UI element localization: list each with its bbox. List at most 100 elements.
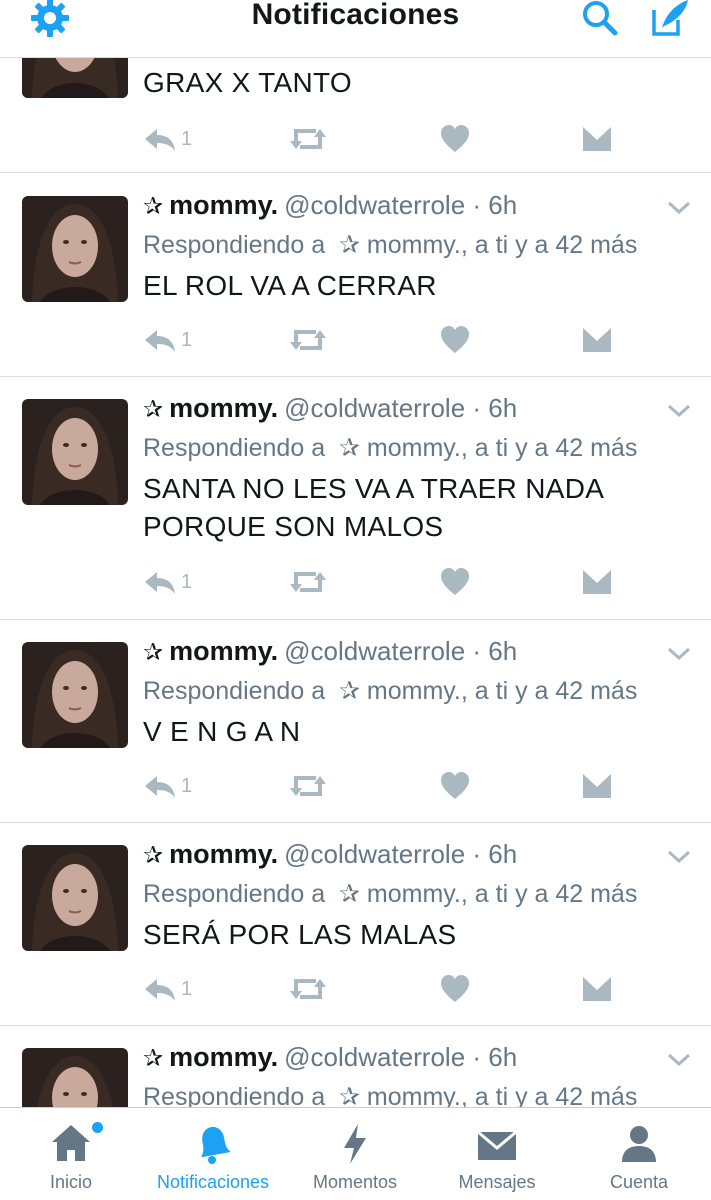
replying-to[interactable]: Respondiendo a ✰ mommy., a ti y a 42 más bbox=[143, 230, 637, 260]
bell-icon bbox=[201, 1126, 231, 1164]
like-button[interactable] bbox=[440, 768, 470, 804]
compose-icon[interactable] bbox=[648, 0, 692, 40]
avatar[interactable] bbox=[22, 58, 128, 98]
heart-icon bbox=[441, 568, 469, 595]
reply-icon bbox=[145, 979, 175, 1001]
direct-message-button[interactable] bbox=[582, 322, 612, 358]
reply-button[interactable]: 1 bbox=[143, 768, 192, 804]
tab-cuenta[interactable]: Cuenta bbox=[568, 1108, 710, 1200]
reply-button[interactable]: 1 bbox=[143, 322, 192, 358]
reply-button[interactable]: 1 bbox=[143, 564, 192, 600]
chevron-down-icon[interactable] bbox=[666, 198, 692, 216]
star-icon: ✰ bbox=[143, 396, 164, 423]
replying-to[interactable]: Respondiendo a ✰ mommy., a ti y a 42 más bbox=[143, 1082, 637, 1108]
chevron-down-icon[interactable] bbox=[666, 847, 692, 865]
envelope-icon bbox=[583, 328, 611, 352]
search-icon[interactable] bbox=[578, 0, 622, 40]
notification-dot bbox=[92, 1122, 103, 1133]
tab-momentos[interactable]: Momentos bbox=[284, 1108, 426, 1200]
lightning-icon bbox=[344, 1124, 366, 1164]
user-name[interactable]: mommy. bbox=[169, 393, 278, 423]
reply-icon bbox=[145, 572, 175, 594]
replying-to[interactable]: Respondiendo a ✰ mommy., a ti y a 42 más bbox=[143, 433, 637, 463]
retweet-button[interactable] bbox=[288, 768, 328, 804]
tab-label: Momentos bbox=[312, 1172, 398, 1192]
user-name[interactable]: mommy. bbox=[169, 636, 278, 666]
retweet-icon bbox=[290, 129, 326, 149]
star-icon: ✰ bbox=[143, 193, 164, 220]
replying-to[interactable]: Respondiendo a ✰ mommy., a ti y a 42 más bbox=[143, 879, 637, 909]
like-button[interactable] bbox=[440, 322, 470, 358]
user-handle-time: @coldwaterrole · 6h bbox=[284, 190, 518, 220]
reply-count: 1 bbox=[181, 774, 193, 797]
tab-label: Mensajes bbox=[458, 1172, 536, 1192]
reply-button[interactable]: 1 bbox=[143, 971, 192, 1007]
envelope-icon bbox=[583, 977, 611, 1001]
tweet-actions: 1 bbox=[0, 564, 711, 600]
user-handle-time: @coldwaterrole · 6h bbox=[284, 1042, 518, 1072]
direct-message-button[interactable] bbox=[582, 768, 612, 804]
tweet-item[interactable]: ✰ mommy. @coldwaterrole · 6h Respondiendo … bbox=[0, 823, 711, 1026]
tweet-item[interactable]: ✰ mommy. @coldwaterrole · 6h Respondiendo … bbox=[0, 1026, 711, 1108]
like-button[interactable] bbox=[440, 121, 470, 157]
star-icon: ✰ bbox=[143, 639, 164, 666]
user-handle-time: @coldwaterrole · 6h bbox=[284, 839, 518, 869]
user-name[interactable]: mommy. bbox=[169, 1042, 278, 1072]
tweet-actions: 1 bbox=[0, 768, 711, 804]
reply-count: 1 bbox=[181, 977, 193, 1000]
tweet-header: ✰ mommy. @coldwaterrole · 6h bbox=[143, 393, 517, 424]
user-handle-time: @coldwaterrole · 6h bbox=[284, 636, 518, 666]
star-icon: ✰ bbox=[143, 1045, 164, 1072]
retweet-button[interactable] bbox=[288, 121, 328, 157]
chevron-down-icon[interactable] bbox=[666, 401, 692, 419]
heart-icon bbox=[441, 125, 469, 152]
retweet-button[interactable] bbox=[288, 564, 328, 600]
user-name[interactable]: mommy. bbox=[169, 839, 278, 869]
tab-notificaciones[interactable]: Notificaciones bbox=[142, 1108, 284, 1200]
envelope-icon bbox=[477, 1130, 517, 1160]
tweet-text: SERÁ POR LAS MALAS bbox=[143, 919, 457, 950]
tweet-actions: 1 bbox=[0, 322, 711, 358]
reply-count: 1 bbox=[181, 570, 193, 593]
person-icon bbox=[622, 1126, 656, 1162]
reply-button[interactable]: 1 bbox=[143, 121, 192, 157]
top-nav-bar: Notificaciones bbox=[0, 0, 711, 58]
retweet-icon bbox=[290, 330, 326, 350]
tweet-text: GRAX X TANTO bbox=[143, 67, 352, 98]
tweet-header: ✰ mommy. @coldwaterrole · 6h bbox=[143, 190, 517, 221]
tab-label: Inicio bbox=[49, 1172, 93, 1192]
avatar[interactable] bbox=[22, 642, 128, 748]
user-name[interactable]: mommy. bbox=[169, 190, 278, 220]
avatar[interactable] bbox=[22, 845, 128, 951]
tweet-header: ✰ mommy. @coldwaterrole · 6h bbox=[143, 839, 517, 870]
tweet-header: ✰ mommy. @coldwaterrole · 6h bbox=[143, 1042, 517, 1073]
tweet-item[interactable]: ✰ mommy. @coldwaterrole · 6h Respondiendo … bbox=[0, 174, 711, 377]
replying-to[interactable]: Respondiendo a ✰ mommy., a ti y a 42 más bbox=[143, 676, 637, 706]
direct-message-button[interactable] bbox=[582, 121, 612, 157]
retweet-button[interactable] bbox=[288, 971, 328, 1007]
like-button[interactable] bbox=[440, 564, 470, 600]
avatar[interactable] bbox=[22, 399, 128, 505]
tweet-item[interactable]: ✰ mommy. @coldwaterrole · 6h Respondiendo … bbox=[0, 620, 711, 823]
reply-count: 1 bbox=[181, 328, 193, 351]
direct-message-button[interactable] bbox=[582, 564, 612, 600]
tweet-actions: 1 bbox=[0, 121, 711, 157]
tweet-item[interactable]: ✰ mommy. @coldwaterrole · 6h Respondiendo … bbox=[0, 377, 711, 620]
envelope-icon bbox=[583, 570, 611, 594]
tweet-item[interactable]: GRAX X TANTO 1 bbox=[0, 58, 711, 173]
chevron-down-icon[interactable] bbox=[666, 1050, 692, 1068]
tweet-text: SANTA NO LES VA A TRAER NADA PORQUE SON … bbox=[143, 473, 605, 542]
tab-inicio[interactable]: Inicio bbox=[0, 1108, 142, 1200]
notifications-feed[interactable]: GRAX X TANTO 1 ✰ mommy. @coldwaterrole · 6… bbox=[0, 58, 711, 1108]
tweet-text: V E N G A N bbox=[143, 716, 301, 747]
chevron-down-icon[interactable] bbox=[666, 644, 692, 662]
direct-message-button[interactable] bbox=[582, 971, 612, 1007]
retweet-button[interactable] bbox=[288, 322, 328, 358]
tab-label: Cuenta bbox=[609, 1172, 669, 1192]
avatar[interactable] bbox=[22, 196, 128, 302]
like-button[interactable] bbox=[440, 971, 470, 1007]
avatar[interactable] bbox=[22, 1048, 128, 1108]
reply-icon bbox=[145, 129, 175, 151]
reply-icon bbox=[145, 330, 175, 352]
tab-mensajes[interactable]: Mensajes bbox=[426, 1108, 568, 1200]
